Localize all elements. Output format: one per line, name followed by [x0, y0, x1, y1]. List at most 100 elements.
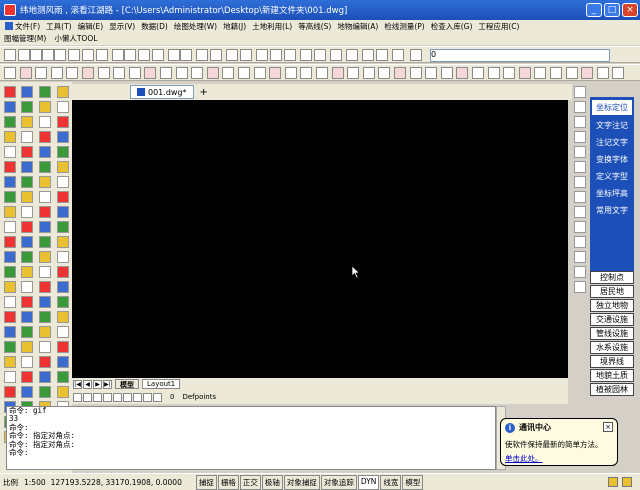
annotation-button[interactable]: 变换字体 [591, 152, 633, 167]
toolbar-icon[interactable] [300, 49, 312, 61]
tool-icon[interactable] [57, 101, 69, 113]
tool-icon[interactable] [57, 191, 69, 203]
toolbar-icon[interactable] [68, 49, 80, 61]
tool-icon[interactable] [57, 341, 69, 353]
toolbar-icon[interactable] [330, 49, 342, 61]
tool-icon[interactable] [4, 221, 16, 233]
tool-icon[interactable] [39, 386, 51, 398]
tool-icon[interactable] [39, 176, 51, 188]
tool-icon[interactable] [4, 281, 16, 293]
tool-icon[interactable] [21, 386, 33, 398]
menu-item[interactable]: 编辑(E) [75, 21, 107, 32]
tool-icon[interactable] [21, 86, 33, 98]
right-tool-icon[interactable] [574, 191, 586, 203]
toolbar-icon[interactable] [96, 49, 108, 61]
tool-icon[interactable] [4, 371, 16, 383]
tool-icon[interactable] [21, 371, 33, 383]
toolbar-icon[interactable] [581, 67, 594, 79]
layout-nav-button[interactable]: ▶ [93, 379, 102, 389]
tool-icon[interactable] [21, 146, 33, 158]
tool-icon[interactable] [4, 101, 16, 113]
right-tool-icon[interactable] [574, 236, 586, 248]
tool-icon[interactable] [39, 131, 51, 143]
tool-icon[interactable] [57, 296, 69, 308]
toolbar-icon[interactable] [196, 49, 208, 61]
menu-item[interactable]: 检查入库(G) [428, 21, 476, 32]
feature-button[interactable]: 独立地物 [590, 299, 634, 312]
tool-icon[interactable] [4, 116, 16, 128]
tool-icon[interactable] [21, 341, 33, 353]
maximize-button[interactable]: □ [604, 3, 620, 17]
toolbar-icon[interactable] [331, 67, 344, 79]
toolbar-icon[interactable] [314, 49, 326, 61]
tool-icon[interactable] [57, 221, 69, 233]
toolbar-icon[interactable] [206, 67, 219, 79]
tool-icon[interactable] [4, 191, 16, 203]
toolbar-icon[interactable] [284, 49, 296, 61]
tool-icon[interactable] [57, 371, 69, 383]
close-button[interactable]: × [622, 3, 638, 17]
toolbar-icon[interactable] [596, 67, 609, 79]
tab-001-dwg[interactable]: 001.dwg* [130, 85, 194, 99]
feature-button[interactable]: 管线设施 [590, 327, 634, 340]
menu-item[interactable]: 显示(V) [106, 21, 138, 32]
tool-icon[interactable] [39, 311, 51, 323]
right-tool-icon[interactable] [574, 206, 586, 218]
toolbar-icon[interactable] [256, 49, 268, 61]
status-toggle-button[interactable]: 对象追踪 [320, 474, 357, 490]
command-line[interactable]: 命令: gif 33 命令: 命令: 指定对角点: 命令: 指定对角点: 命令: [6, 406, 496, 470]
toolbar-icon[interactable] [378, 67, 391, 79]
toolbar-icon[interactable] [82, 67, 94, 79]
tool-icon[interactable] [57, 326, 69, 338]
feature-button[interactable]: 植被园林 [590, 383, 634, 396]
tool-icon[interactable] [4, 206, 16, 218]
tool-icon[interactable] [39, 206, 51, 218]
tool-icon[interactable] [4, 161, 16, 173]
toolbar-icon[interactable] [82, 49, 94, 61]
tool-icon[interactable] [39, 86, 51, 98]
toolbar-icon[interactable] [503, 67, 516, 79]
feature-button[interactable]: 控制点 [590, 271, 634, 284]
menu-item[interactable]: 绘图处理(W) [171, 21, 220, 32]
status-toggle-button[interactable]: DYN [357, 474, 380, 490]
menu-item[interactable]: 等高线(S) [295, 21, 334, 32]
tool-icon[interactable] [39, 326, 51, 338]
toolbar-icon[interactable] [612, 67, 625, 79]
toolbar-icon[interactable] [50, 67, 63, 79]
menu-item[interactable]: 地籍(J) [220, 21, 249, 32]
toolbar-icon[interactable] [362, 49, 374, 61]
tool-icon[interactable] [21, 116, 33, 128]
tool-icon[interactable] [21, 281, 33, 293]
new-tab-button[interactable]: + [200, 87, 208, 98]
toolbar-icon[interactable] [238, 67, 250, 79]
layer-tool-icon[interactable] [83, 392, 92, 402]
status-toggle-button[interactable]: 对象捕捉 [283, 474, 320, 490]
toolbar-icon[interactable] [253, 67, 266, 79]
tool-icon[interactable] [4, 341, 16, 353]
tool-icon[interactable] [57, 131, 69, 143]
status-toggle-button[interactable]: 捕捉 [195, 474, 217, 490]
tool-icon[interactable] [39, 341, 51, 353]
tool-icon[interactable] [21, 236, 33, 248]
right-tool-icon[interactable] [574, 281, 586, 293]
tool-icon[interactable] [39, 146, 51, 158]
toolbar-icon[interactable] [35, 67, 48, 79]
tray-comm-icon[interactable] [622, 477, 632, 487]
annotation-button[interactable]: 注记文字 [591, 135, 633, 150]
tool-icon[interactable] [39, 251, 51, 263]
tool-icon[interactable] [39, 221, 51, 233]
toolbar-icon[interactable] [456, 67, 469, 79]
toolbar-icon[interactable] [565, 67, 578, 79]
status-toggle-button[interactable]: 栅格 [217, 474, 239, 490]
tool-icon[interactable] [4, 266, 16, 278]
tool-icon[interactable] [57, 251, 69, 263]
right-tool-icon[interactable] [574, 131, 586, 143]
tool-icon[interactable] [39, 191, 51, 203]
toolbar-icon[interactable] [534, 67, 547, 79]
layout-tab[interactable]: 模型 [115, 379, 139, 389]
toolbar-icon[interactable] [392, 49, 404, 61]
tool-icon[interactable] [21, 176, 33, 188]
layout-nav-button[interactable]: ◀ [83, 379, 92, 389]
feature-button[interactable]: 居民地 [590, 285, 634, 298]
tool-icon[interactable] [57, 266, 69, 278]
